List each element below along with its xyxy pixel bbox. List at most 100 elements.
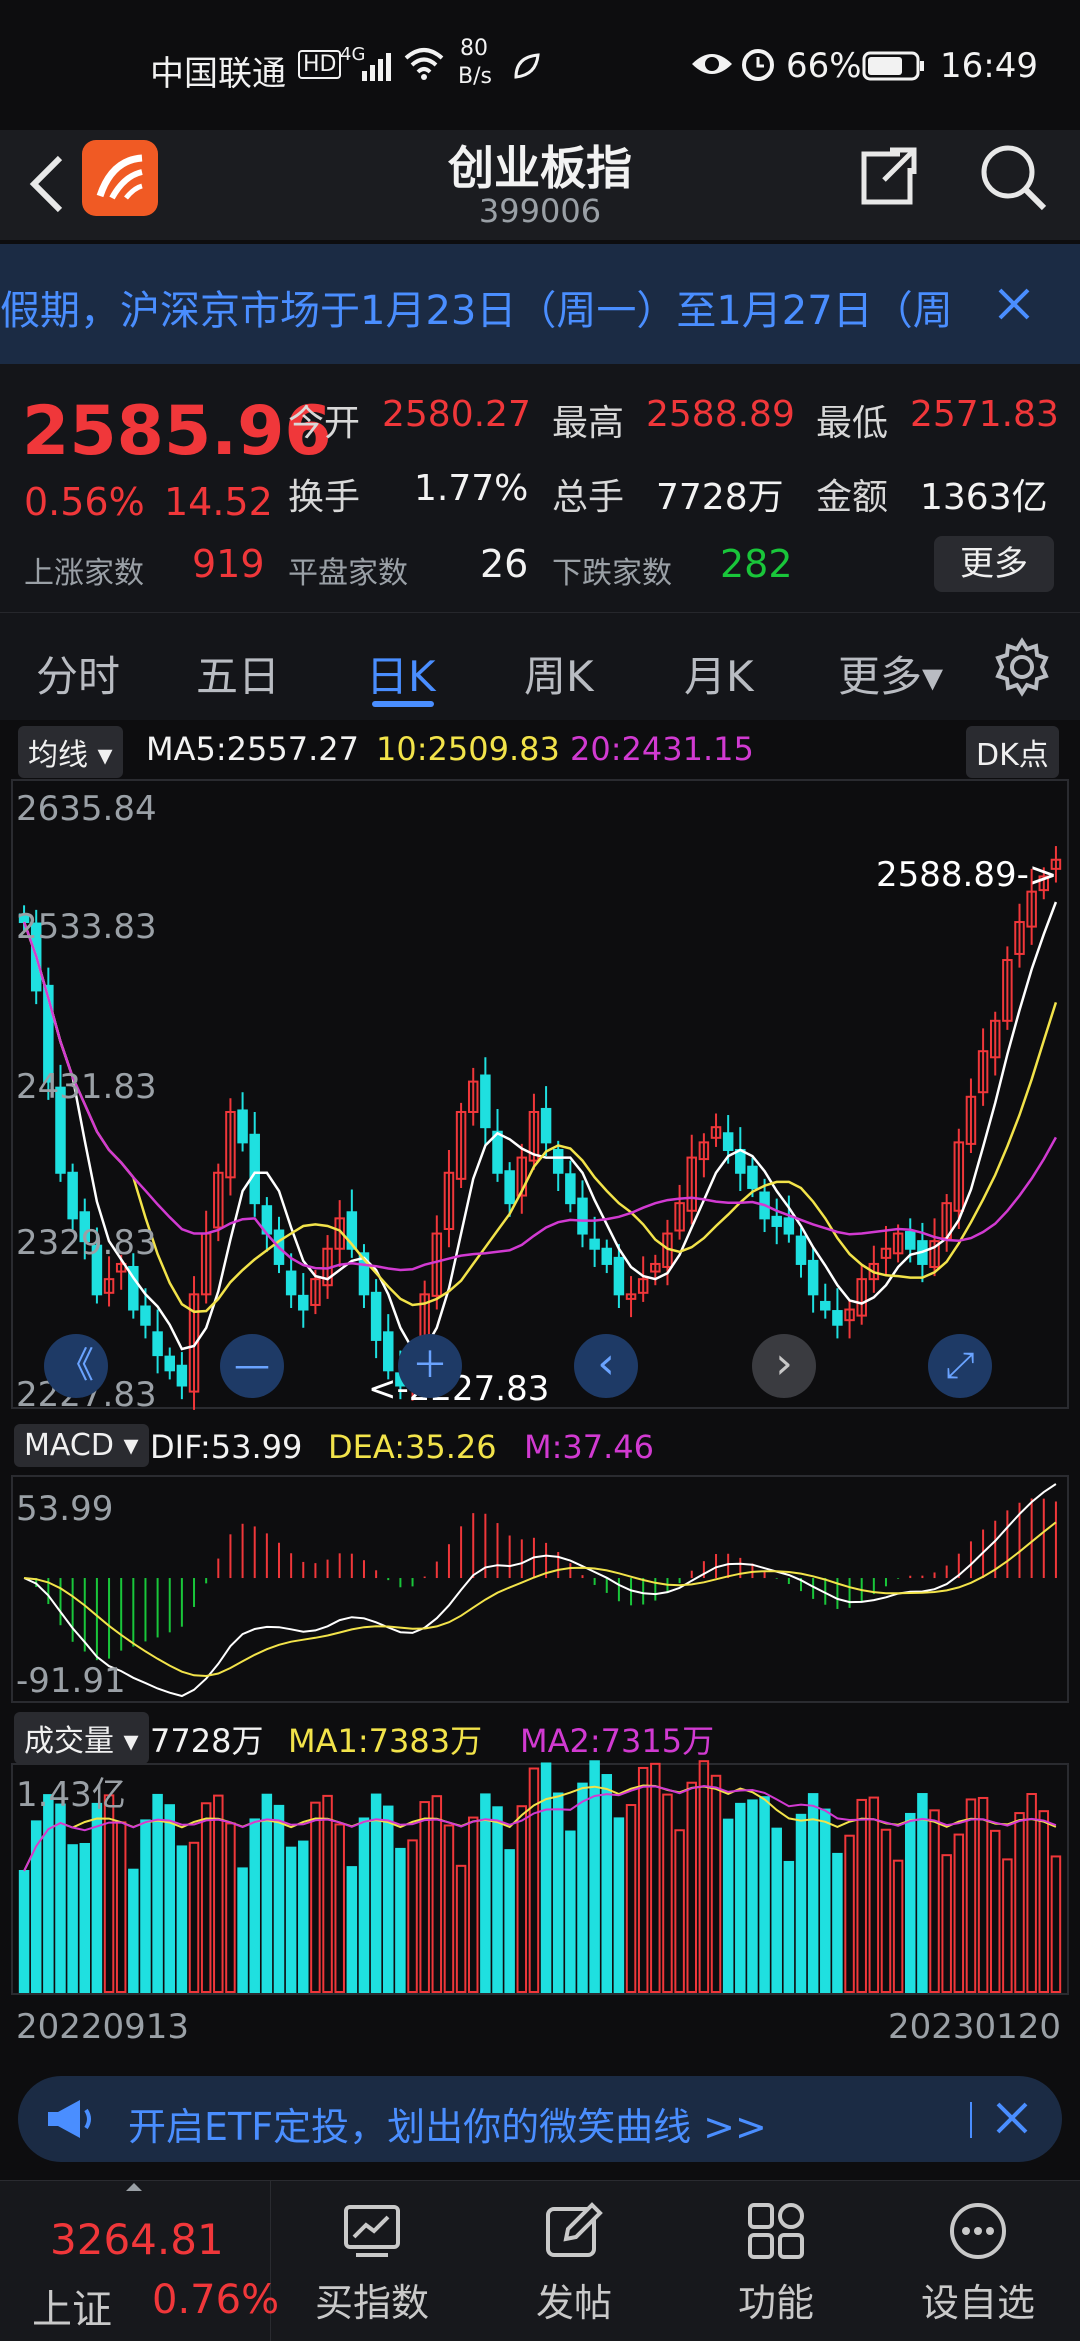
volume-bar [795,1813,807,1994]
etf-ad-banner[interactable]: 开启ETF定投，划出你的微笑曲线 >> [18,2076,1062,2162]
volume-bar [710,1774,722,1993]
volume-bar [832,1852,843,1994]
settings-gear-icon[interactable] [992,637,1052,701]
search-icon[interactable] [978,142,1048,216]
volume-bar [334,1823,345,1993]
volume-bar [1050,1855,1062,1994]
volume-bar [443,1824,455,1993]
active-tab-indicator [372,701,434,707]
amount-label: 金额 [816,477,889,518]
ad-text: 开启ETF定投，划出你的微笑曲线 >> [128,2105,767,2149]
candle-body [577,1197,588,1235]
candle-body [747,1165,758,1189]
scroll-right-button[interactable]: › [752,1334,816,1398]
volume-bar [747,1799,758,1994]
volume-bar [298,1840,309,1993]
volume-bar [261,1793,273,1994]
volume-bar [1002,1858,1013,1993]
close-icon[interactable] [994,284,1034,328]
volume-bar [164,1804,175,1994]
hd-badge: HD [298,50,342,79]
tab-daily-k[interactable]: 日K [366,643,436,704]
candle-body [298,1294,309,1311]
leaf-icon [512,50,542,90]
scroll-start-button[interactable]: 《 [44,1334,108,1398]
index-ticker[interactable]: 3264.81 上证 0.76% [0,2181,279,2341]
more-button[interactable]: 更多 [934,536,1054,592]
volume-bar [565,1830,576,1993]
ma20-line [22,921,1057,1272]
zoom-in-button[interactable]: ＋ [398,1334,462,1398]
tab-more[interactable]: 更多▾ [838,643,943,704]
tab-monthly-k[interactable]: 月K [684,643,754,704]
dif-line [23,1483,1057,1698]
volume-bar [419,1801,430,1993]
index-value: 3264.81 [50,2215,224,2264]
up-count-label: 上涨家数 [24,556,144,591]
volume-bar [480,1793,491,1993]
zoom-out-button[interactable]: — [220,1334,284,1398]
tab-intraday[interactable]: 分时 [36,643,120,704]
volume-bar [140,1819,151,1993]
amount-value: 1363亿 [920,477,1048,518]
fullscreen-button[interactable]: ⤢ [928,1334,992,1398]
current-price: 2585.96 [22,392,332,471]
battery-percent: 66% [786,46,862,86]
notice-banner[interactable]: 假期，沪深京市场于1月23日（周一）至1月27日（周 [0,244,1080,364]
down-count: 282 [720,542,793,586]
volume-bar [43,1794,54,1993]
volume-bar [249,1818,260,1993]
volume-bar [55,1803,66,1993]
volume-bar [67,1844,78,1994]
k-line-chart-area[interactable]: 均线 ▾ MA5:2557.27 10:2509.83 20:2431.15 D… [0,720,1080,2060]
ad-close-icon[interactable] [992,2098,1032,2142]
candle-body [383,1331,394,1372]
volume-bar [358,1817,370,1993]
scroll-left-button[interactable]: ‹ [574,1334,638,1398]
edit-pencil-icon [546,2202,603,2257]
candle-body [613,1256,625,1296]
volume-label: 总手 [552,477,625,518]
volume-bar [455,1864,467,1993]
index-pct: 0.76% [152,2277,280,2323]
volume-bar [467,1816,479,1993]
tab-five-day[interactable]: 五日 [196,643,280,704]
signal-icon [362,50,394,90]
volume-bar [674,1829,685,1993]
candle-body [905,1231,916,1250]
volume-bar [807,1793,819,1994]
low-label: 最低 [816,403,889,444]
candle-body [176,1364,188,1387]
battery-icon [862,50,926,90]
candle-body [565,1173,576,1205]
tab-weekly-k[interactable]: 周K [524,643,594,704]
chart-trend-icon [344,2205,400,2257]
candle-body [783,1217,795,1235]
carrier: 中国联通 [150,54,286,94]
open-value: 2580.27 [382,394,531,435]
volume-bar [200,1802,212,1993]
nav-functions[interactable]: 功能 [676,2181,876,2341]
candle-body [795,1235,807,1265]
candle-body [820,1300,831,1311]
nav-post[interactable]: 发帖 [474,2181,674,2341]
candle-body [589,1238,600,1250]
volume-bar [880,1828,892,1993]
dea-line [24,1521,1057,1678]
volume-bar [613,1817,625,1993]
y-tick-label: 2533.83 [16,907,157,947]
nav-watchlist[interactable]: 设自选 [878,2181,1078,2341]
volume-bar [722,1818,734,1993]
volume-bar [953,1833,965,1993]
nav-label: 设自选 [920,2281,1035,2325]
y-tick-label: 2329.83 [16,1223,157,1263]
candle-body [552,1148,564,1174]
price-series [18,846,1062,1410]
volume-bar [492,1806,503,1994]
notice-text: 假期，沪深京市场于1月23日（周一）至1月27日（周 [0,288,953,334]
volume-bar [601,1774,613,1993]
nav-label: 买指数 [314,2281,429,2325]
volume-bar [285,1846,297,1994]
nav-buy-index[interactable]: 买指数 [272,2181,472,2341]
share-icon[interactable] [856,144,920,212]
